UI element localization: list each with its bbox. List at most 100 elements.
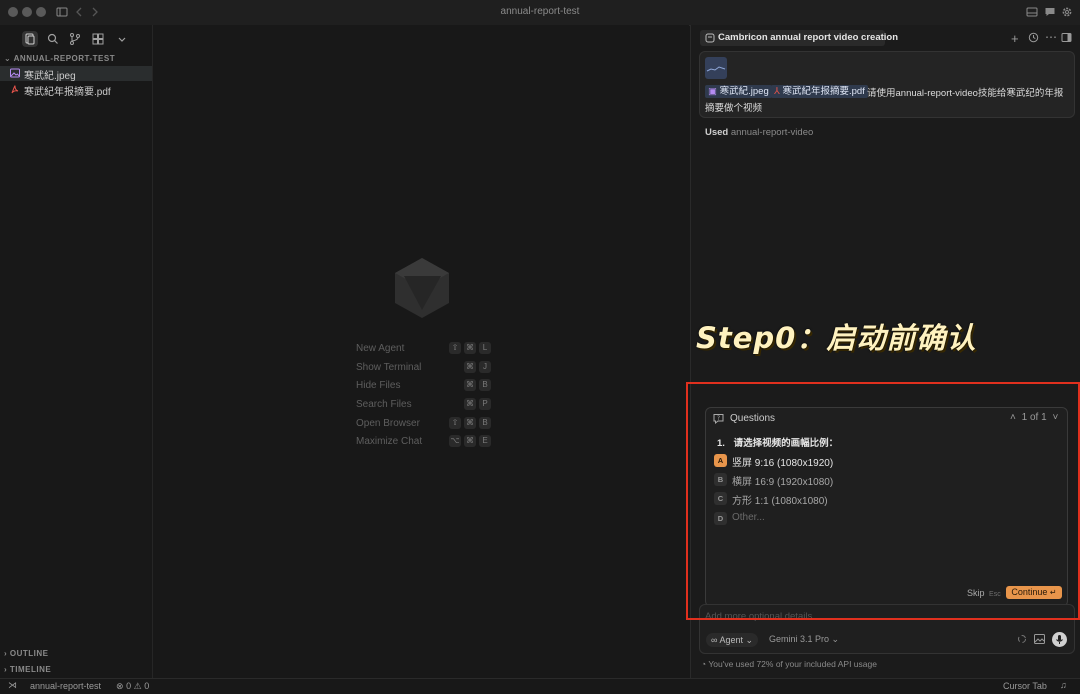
chevron-down-icon [118,37,126,42]
outline-section-header[interactable]: › OUTLINE [4,649,49,658]
shortcut-hide-files[interactable]: Hide Files ⌘ B [356,379,496,393]
shortcut-open-browser[interactable]: Open Browser ⇧ ⌘ B [356,417,496,431]
key-hint: P [479,398,491,410]
title-bar: annual-report-test [0,0,1080,26]
gauge-icon: ◔ [701,659,707,669]
image-thumbnail-icon [706,66,726,72]
infinity-icon: ∞ [711,635,718,645]
chat-icon [705,33,715,43]
shortcut-label: Hide Files [356,380,401,391]
cursor-logo-icon [395,258,449,318]
more-options-button[interactable]: ⋯ [1045,30,1057,44]
search-tab[interactable] [45,31,61,47]
step-annotation-title: Step0：启动前确认 [696,321,977,355]
project-section-header[interactable]: ⌄ ANNUAL-REPORT-TEST [4,54,115,63]
shortcut-label: Open Browser [356,418,420,429]
explorer-tab[interactable] [22,31,38,47]
shortcut-label: New Agent [356,343,405,354]
window-title: annual-report-test [500,6,580,17]
chevron-down-icon: ⌄ [831,634,840,644]
shortcut-label: Show Terminal [356,362,422,373]
status-project[interactable]: annual-report-test [30,681,101,691]
source-control-tab[interactable] [67,31,83,47]
model-selector[interactable]: Gemini 3.1 Pro ⌄ [769,634,839,645]
shortcut-label: Maximize Chat [356,436,423,447]
error-icon: ⊗ [116,681,124,691]
key-hint: ⌘ [464,379,476,391]
ellipsis-icon: ⋯ [1045,30,1057,44]
shortcut-label: Search Files [356,399,412,410]
user-message[interactable]: ▣ 寒武紀.jpeg ⅄ 寒武紀年报摘要.pdf 请使用annual-repor… [699,51,1075,118]
cursor-tab-status[interactable]: Cursor Tab [1003,681,1047,691]
bell-icon[interactable]: ♫ [1060,680,1067,690]
toggle-panel-icon[interactable] [1026,6,1038,18]
chat-bubble-icon[interactable] [1044,6,1056,18]
settings-gear-icon[interactable] [1061,6,1073,18]
attachment-chip-pdf[interactable]: ⅄ 寒武紀年报摘要.pdf [771,85,868,98]
key-hint: J [479,361,491,373]
git-branch-icon [70,33,80,45]
attachment-chip-jpeg[interactable]: ▣ 寒武紀.jpeg [705,85,772,98]
highlight-annotation-box [686,382,1080,620]
status-bar: ⋊ annual-report-test ⊗ 0 ⚠ 0 Cursor Tab … [0,678,1080,694]
usage-text: You've used 72% of your included API usa… [708,659,877,669]
key-hint: ⌘ [464,342,476,354]
chip-label: 寒武紀年报摘要.pdf [782,86,865,97]
shortcut-maximize-chat[interactable]: Maximize Chat ⌥ ⌘ E [356,435,496,449]
remote-icon[interactable]: ⋊ [8,680,17,691]
chevron-right-icon: › [4,665,8,674]
timeline-label: TIMELINE [9,665,52,674]
image-icon: ▣ [708,86,717,97]
plus-icon: + [1011,31,1019,46]
file-name: 寒武紀年报摘要.pdf [24,87,111,98]
used-skill-line[interactable]: Used annual-report-video [705,127,813,138]
timeline-section-header[interactable]: › TIMELINE [4,665,51,674]
warning-count: 0 [144,681,150,691]
chevron-right-icon: › [4,649,8,658]
key-hint: ⌘ [464,361,476,373]
mode-label: Agent [719,635,743,645]
files-icon [25,33,35,45]
key-hint: ⇧ [449,342,461,354]
more-views-dropdown[interactable] [114,31,130,47]
chip-label: 寒武紀.jpeg [719,86,769,97]
used-label: Used [705,127,729,138]
key-hint: L [479,342,491,354]
microphone-icon [1056,635,1063,644]
file-item-pdf[interactable]: 寒武紀年报摘要.pdf [0,82,152,98]
file-name: 寒武紀.jpeg [24,71,76,82]
history-icon[interactable] [1028,32,1039,43]
attachment-thumbnail[interactable] [705,57,727,79]
pdf-icon [11,85,19,94]
key-hint: ⌘ [464,417,476,429]
outline-label: OUTLINE [9,649,49,658]
file-item-jpeg[interactable]: 寒武紀.jpeg [0,66,152,82]
shortcut-search-files[interactable]: Search Files ⌘ P [356,398,496,412]
loading-spinner-icon [1018,635,1026,643]
image-attach-icon[interactable] [1034,634,1045,644]
voice-input-button[interactable] [1052,632,1067,647]
chat-tab[interactable]: Cambricon annual report video creation [700,30,898,46]
pdf-icon: ⅄ [774,86,780,97]
model-label: Gemini 3.1 Pro [769,634,830,644]
problems-indicator[interactable]: ⊗ 0 ⚠ 0 [116,681,149,692]
key-hint: E [479,435,491,447]
project-name: ANNUAL-REPORT-TEST [13,54,116,63]
usage-note: ◔ You've used 72% of your included API u… [701,659,877,669]
error-count: 0 [126,681,132,691]
chevron-down-icon: ⌄ [4,54,12,63]
message-text: 请使用annual-report-video技能给寒武纪的年报 [867,88,1064,99]
key-hint: ⇧ [449,417,461,429]
toggle-sidebar-icon[interactable] [1061,32,1072,43]
extensions-tab[interactable] [90,31,106,47]
shortcut-show-terminal[interactable]: Show Terminal ⌘ J [356,361,496,375]
new-chat-button[interactable]: + [1011,31,1019,46]
key-hint: ⌘ [464,435,476,447]
image-icon [10,68,20,78]
search-icon [47,33,58,44]
used-skill-name: annual-report-video [730,127,814,138]
key-hint: ⌥ [449,435,461,447]
explorer-sidebar: ⌄ ANNUAL-REPORT-TEST 寒武紀.jpeg 寒武紀年报摘要.pd… [0,25,153,678]
mode-selector[interactable]: ∞ Agent ⌄ [706,633,759,647]
shortcut-new-agent[interactable]: New Agent ⇧ ⌘ L [356,342,496,356]
